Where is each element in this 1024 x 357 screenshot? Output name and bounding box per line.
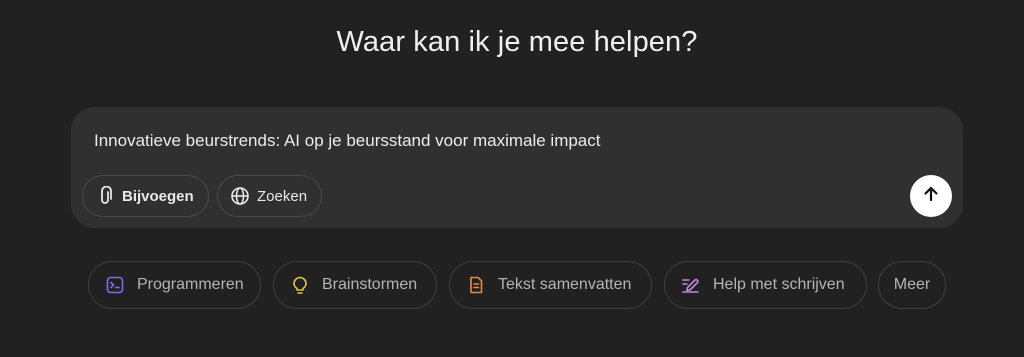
- page-heading: Waar kan ik je mee helpen?: [336, 26, 698, 58]
- send-button[interactable]: [910, 175, 952, 217]
- pen-icon: [681, 275, 701, 295]
- suggestion-label: Brainstormen: [322, 276, 418, 293]
- suggestion-label: Tekst samenvatten: [498, 276, 632, 293]
- lightbulb-icon: [290, 275, 310, 295]
- search-button[interactable]: Zoeken: [217, 175, 323, 217]
- suggestion-help-met-schrijven[interactable]: Help met schrijven: [664, 261, 867, 309]
- suggestion-meer[interactable]: Meer: [878, 261, 946, 309]
- suggestion-programmeren[interactable]: Programmeren: [88, 261, 261, 309]
- suggestion-label: Help met schrijven: [713, 276, 845, 293]
- terminal-icon: [105, 275, 125, 295]
- document-icon: [466, 275, 486, 295]
- globe-icon: [230, 186, 250, 206]
- attach-label: Bijvoegen: [122, 187, 194, 205]
- arrow-up-icon: [922, 185, 940, 208]
- suggestion-tekst-samenvatten[interactable]: Tekst samenvatten: [449, 261, 652, 309]
- attach-button[interactable]: Bijvoegen: [82, 175, 209, 217]
- message-input[interactable]: Innovatieve beurstrends: AI op je beurss…: [94, 131, 601, 151]
- suggestion-brainstormen[interactable]: Brainstormen: [273, 261, 437, 309]
- page: Waar kan ik je mee helpen? Innovatieve b…: [0, 0, 1024, 357]
- search-label: Zoeken: [257, 187, 308, 205]
- suggestion-label: Meer: [893, 276, 931, 293]
- suggestion-label: Programmeren: [137, 276, 244, 293]
- message-composer[interactable]: Innovatieve beurstrends: AI op je beurss…: [71, 107, 963, 228]
- paperclip-icon: [95, 186, 115, 206]
